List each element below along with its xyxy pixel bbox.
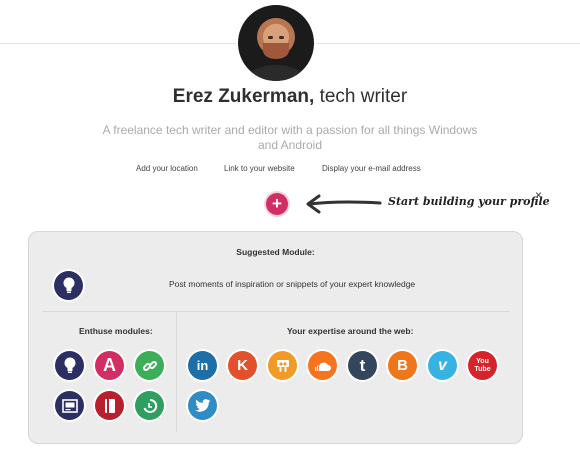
vimeo-icon[interactable]: v — [428, 351, 457, 380]
avatar-beard — [263, 43, 289, 59]
enthuse-modules-title: Enthuse modules: — [79, 326, 153, 336]
soundcloud-icon[interactable] — [308, 351, 337, 380]
close-icon[interactable]: × — [535, 188, 542, 202]
suggested-module-title: Suggested Module: — [236, 247, 315, 257]
media-frame-icon[interactable] — [55, 391, 84, 420]
builder-hint: Start building your profile — [388, 195, 550, 208]
refresh-icon[interactable] — [135, 391, 164, 420]
panel-divider — [43, 311, 509, 312]
column-divider — [176, 312, 177, 432]
add-location-link[interactable]: Add your location — [136, 164, 198, 173]
lightbulb-icon[interactable] — [55, 351, 84, 380]
avatar[interactable] — [238, 5, 314, 81]
blogger-icon[interactable]: B — [388, 351, 417, 380]
youtube-icon[interactable]: You Tube — [468, 351, 497, 380]
link-icon[interactable] — [135, 351, 164, 380]
arrow-left-icon — [306, 194, 382, 214]
letter-a-icon[interactable]: A — [95, 351, 124, 380]
profile-name[interactable]: Erez Zukerman, — [173, 86, 315, 107]
avatar-shirt — [250, 65, 302, 81]
linkedin-icon[interactable]: in — [188, 351, 217, 380]
slideshare-icon[interactable] — [268, 351, 297, 380]
web-expertise-title: Your expertise around the web: — [287, 326, 414, 336]
avatar-eye — [279, 36, 284, 39]
profile-heading: Erez Zukerman, tech writer — [0, 86, 580, 108]
add-module-button[interactable]: + — [266, 193, 288, 215]
avatar-eye — [268, 36, 273, 39]
profile-role[interactable]: tech writer — [320, 86, 408, 107]
email-link[interactable]: Display your e-mail address — [322, 164, 421, 173]
twitter-icon[interactable] — [188, 391, 217, 420]
profile-bio[interactable]: A freelance tech writer and editor with … — [100, 123, 480, 153]
tumblr-icon[interactable]: t — [348, 351, 377, 380]
lightbulb-icon[interactable] — [54, 271, 83, 300]
suggested-module-description: Post moments of inspiration or snippets … — [169, 279, 416, 289]
website-link[interactable]: Link to your website — [224, 164, 295, 173]
book-icon[interactable] — [95, 391, 124, 420]
module-panel: Suggested Module: Post moments of inspir… — [28, 231, 523, 444]
klout-icon[interactable]: K — [228, 351, 257, 380]
